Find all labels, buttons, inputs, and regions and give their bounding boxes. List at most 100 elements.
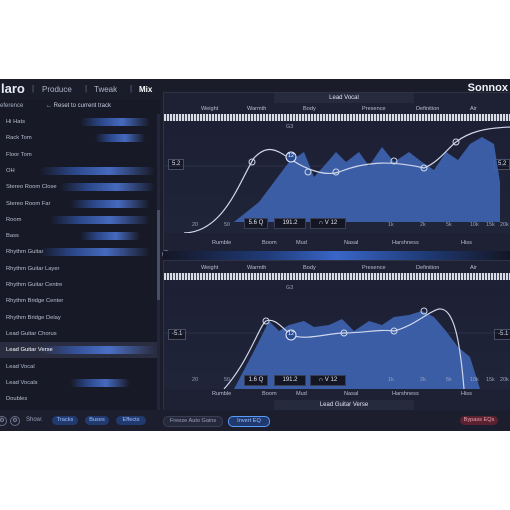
gain-value[interactable]: 1.6 Q bbox=[244, 375, 268, 386]
track-waveform bbox=[70, 378, 130, 387]
freq-tick: 5k bbox=[446, 222, 452, 228]
reset-button[interactable]: ← Reset to current track bbox=[46, 103, 111, 109]
panel-header: eference ← Reset to current track bbox=[0, 100, 160, 112]
track-row[interactable]: OH bbox=[0, 163, 158, 179]
gain-value-text: 5.6 bbox=[248, 220, 257, 226]
track-row[interactable]: Floor Tom bbox=[0, 147, 158, 163]
bell-icon[interactable]: ∩ bbox=[319, 377, 323, 383]
freq-tick: 2k bbox=[420, 377, 426, 383]
track-label: Hi Hats bbox=[6, 119, 26, 125]
band-label: Weight bbox=[201, 265, 219, 271]
eq-track-title: Lead Vocal bbox=[274, 93, 414, 103]
track-label: Lead Vocal bbox=[6, 363, 35, 370]
track-row[interactable]: Stereo Room Close bbox=[0, 179, 158, 195]
track-waveform bbox=[50, 215, 150, 224]
track-row[interactable]: Room bbox=[0, 212, 158, 228]
track-waveform bbox=[40, 166, 155, 175]
band-label: Definition bbox=[416, 265, 440, 271]
problem-labels: Rumble Boom Mud Nasal Harshness Hiss bbox=[164, 389, 510, 399]
nav-tweak[interactable]: Tweak bbox=[94, 85, 117, 94]
freq-tick: 10k bbox=[470, 377, 479, 383]
band-label: Body bbox=[303, 265, 316, 271]
eq-graph-bottom[interactable]: G3 -5.1 -5.1 12 20 50 1k 2k 5k 10k 15k 2… bbox=[164, 281, 510, 389]
track-row[interactable]: Stereo Room Far bbox=[0, 196, 158, 212]
band-label: Presence bbox=[362, 265, 386, 271]
track-waveform bbox=[80, 232, 140, 241]
piano-keyboard[interactable] bbox=[164, 114, 510, 121]
freq-tick: 5k bbox=[446, 377, 452, 383]
track-row[interactable]: Doubles bbox=[0, 391, 158, 407]
track-row[interactable]: Rhythm Guitar bbox=[0, 244, 158, 260]
freq-tick: 20k bbox=[500, 377, 509, 383]
gain-value[interactable]: 5.6 Q bbox=[244, 218, 268, 229]
track-row[interactable]: Rhythm Bridge Delay bbox=[0, 310, 158, 326]
track-label: Rhythm Bridge Center bbox=[6, 298, 64, 305]
problem-label: Hiss bbox=[461, 240, 472, 246]
track-row[interactable]: Lead Vocal bbox=[0, 359, 158, 375]
track-row[interactable]: Rack Tom bbox=[0, 130, 158, 146]
problem-label: Mud bbox=[296, 391, 307, 397]
track-row[interactable]: Rhythm Bridge Center bbox=[0, 293, 158, 309]
q-icon: Q bbox=[258, 220, 264, 226]
eq-panel-top: Lead Vocal Weight Warmth Body Presence D… bbox=[163, 92, 510, 254]
app-brand: laro bbox=[1, 81, 25, 96]
track-row[interactable]: Rhythm Guitar Centre bbox=[0, 277, 158, 293]
show-effects-toggle[interactable]: Effects bbox=[116, 416, 146, 425]
gain-value-text: 1.6 bbox=[248, 377, 257, 383]
bell-icon[interactable]: ∩ bbox=[319, 220, 323, 226]
spectrum-fill bbox=[234, 311, 480, 389]
band-label: Warmth bbox=[247, 265, 267, 271]
freeze-auto-gains-button[interactable]: Freeze Auto Gains bbox=[163, 416, 223, 427]
track-label: Rhythm Guitar bbox=[6, 249, 44, 256]
nav-produce[interactable]: Produce bbox=[42, 85, 72, 94]
frequency-value[interactable]: 191.2 bbox=[274, 375, 306, 386]
settings-icon[interactable]: ⚙ bbox=[0, 416, 7, 426]
eq-plugin-window: laro | Produce | Tweak | Mix Sonnox efer… bbox=[0, 79, 510, 431]
track-label: Bass bbox=[6, 233, 19, 240]
eq-curve-svg bbox=[164, 126, 510, 233]
track-row[interactable]: Rhythm Guitar Layer bbox=[0, 261, 158, 277]
bypass-eqs-button[interactable]: Bypass EQs bbox=[460, 416, 498, 425]
spectrum-overview-bar[interactable] bbox=[163, 251, 510, 260]
problem-label: Harshness bbox=[392, 391, 419, 397]
problem-label: Mud bbox=[296, 240, 307, 246]
band-label: Presence bbox=[362, 106, 386, 112]
notch-icon[interactable]: V bbox=[325, 220, 329, 226]
show-buses-toggle[interactable]: Buses bbox=[85, 416, 109, 425]
band-label: Weight bbox=[201, 106, 219, 112]
q-icon: Q bbox=[258, 377, 264, 383]
track-row[interactable]: Lead Guitar Verse bbox=[0, 342, 158, 359]
bandwidth-value[interactable]: 12 bbox=[330, 220, 337, 226]
problem-label: Hiss bbox=[461, 391, 472, 397]
freq-tick: 15k bbox=[486, 377, 495, 383]
nav-mix[interactable]: Mix bbox=[139, 85, 152, 94]
bandwidth-value[interactable]: 12 bbox=[330, 377, 337, 383]
track-row[interactable]: Bass bbox=[0, 228, 158, 244]
eq-graph-top[interactable]: G3 5.2 5.2 12 20 50 1k 2k 5k 10k 15k 20k… bbox=[164, 122, 510, 233]
freq-tick: 50 bbox=[224, 222, 230, 228]
track-waveform bbox=[70, 199, 150, 208]
problem-labels: Rumble Boom Mud Nasal Harshness Hiss bbox=[164, 238, 510, 250]
track-waveform bbox=[40, 248, 150, 257]
gear-icon[interactable]: ⚙ bbox=[10, 416, 20, 426]
show-tracks-toggle[interactable]: Tracks bbox=[52, 416, 78, 425]
freq-tick: 2k bbox=[420, 222, 426, 228]
bottom-bar: ⚙ ⚙ Show: Tracks Buses Effects Freeze Au… bbox=[0, 410, 510, 431]
freq-tick: 15k bbox=[486, 222, 495, 228]
problem-label: Rumble bbox=[212, 391, 232, 397]
track-row[interactable]: Lead Guitar Chorus bbox=[0, 326, 158, 342]
track-row[interactable]: Lead Vocals bbox=[0, 375, 158, 391]
filter-shape-controls[interactable]: ∩ V 12 bbox=[310, 218, 346, 229]
scrollbar-thumb[interactable] bbox=[157, 210, 160, 300]
notch-icon[interactable]: V bbox=[325, 377, 329, 383]
frequency-value[interactable]: 191.2 bbox=[274, 218, 306, 229]
track-waveform bbox=[40, 346, 155, 355]
track-row[interactable]: Hi Hats bbox=[0, 114, 158, 130]
track-label: Rhythm Guitar Layer bbox=[6, 265, 60, 272]
invert-eq-button[interactable]: Invert EQ bbox=[228, 416, 270, 427]
filter-shape-controls[interactable]: ∩ V 12 bbox=[310, 375, 346, 386]
freq-tick: 1k bbox=[388, 377, 394, 383]
piano-keyboard[interactable] bbox=[164, 273, 510, 280]
nav-separator: | bbox=[130, 84, 133, 93]
problem-label: Nasal bbox=[344, 240, 359, 246]
